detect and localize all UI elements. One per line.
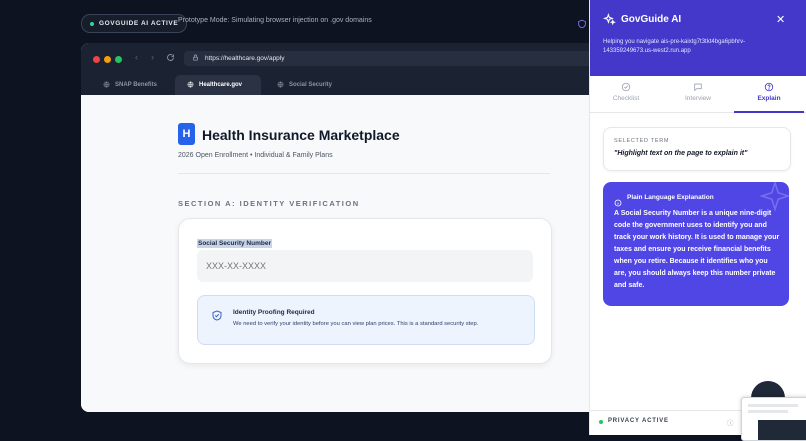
maximize-window-button[interactable] <box>115 56 122 63</box>
web-page-content: H Health Insurance Marketplace 2026 Open… <box>81 95 601 412</box>
panel-title: GovGuide AI <box>621 14 682 25</box>
shield-check-icon <box>211 309 223 322</box>
checklist-icon <box>621 82 631 92</box>
explanation-card: Plain Language Explanation A Social Secu… <box>603 182 789 306</box>
back-icon[interactable]: ‹ <box>135 52 138 62</box>
notice-text: We need to verify your identity before y… <box>233 321 479 327</box>
identity-form-card: Social Security Number Identity Proofing… <box>178 218 552 364</box>
page-title: Health Insurance Marketplace <box>202 127 400 143</box>
govguide-status-badge: GOVGUIDE AI ACTIVE <box>81 14 188 33</box>
tab-healthcare-gov[interactable]: Healthcare.gov <box>175 75 261 95</box>
tab-snap-benefits[interactable]: SNAP Benefits <box>91 75 177 95</box>
globe-icon <box>277 81 284 90</box>
section-title: SECTION A: IDENTITY VERIFICATION <box>178 199 360 208</box>
privacy-status-dot-icon <box>599 420 603 424</box>
url-text: https://healthcare.gov/apply <box>205 55 285 62</box>
page-subtitle: 2026 Open Enrollment • Individual & Fami… <box>178 152 333 159</box>
tab-label: Healthcare.gov <box>199 82 243 88</box>
healthcare-logo: H <box>178 123 195 145</box>
forward-icon[interactable]: › <box>151 52 154 62</box>
close-window-button[interactable] <box>93 56 100 63</box>
privacy-status-text: PRIVACY ACTIVE <box>608 418 669 424</box>
browser-window: ‹ › https://healthcare.gov/apply SNAP Be… <box>81 43 601 412</box>
info-icon[interactable]: ⓘ <box>727 417 734 427</box>
active-tab-indicator <box>734 111 804 113</box>
close-icon[interactable]: ✕ <box>776 13 785 26</box>
header-divider <box>178 173 550 174</box>
help-icon <box>764 82 774 92</box>
tab-checklist[interactable]: Checklist <box>590 82 662 102</box>
selected-term-card: SELECTED TERM "Highlight text on the pag… <box>603 127 791 171</box>
ssn-input[interactable] <box>197 250 533 282</box>
ssn-label[interactable]: Social Security Number <box>197 239 272 248</box>
tab-label: Explain <box>757 95 781 102</box>
browser-chrome: ‹ › https://healthcare.gov/apply SNAP Be… <box>81 43 601 95</box>
selected-term-value: "Highlight text on the page to explain i… <box>614 150 748 157</box>
address-bar[interactable]: https://healthcare.gov/apply <box>184 51 601 66</box>
panel-subtitle: Helping you navigate ais-pre-kaixtg7t3tk… <box>603 39 746 54</box>
reload-icon[interactable] <box>166 53 175 64</box>
chat-icon <box>693 82 703 92</box>
globe-icon <box>103 81 110 90</box>
tab-label: Social Security <box>289 82 333 88</box>
tab-label: Checklist <box>612 95 640 102</box>
lock-icon <box>192 54 199 63</box>
minimize-window-button[interactable] <box>104 56 111 63</box>
notice-title: Identity Proofing Required <box>233 309 315 316</box>
tab-label: SNAP Benefits <box>115 82 157 88</box>
tab-label: Interview <box>684 95 711 102</box>
globe-icon <box>187 81 194 90</box>
shield-icon <box>577 16 587 29</box>
explanation-header: Plain Language Explanation <box>627 194 714 201</box>
sparkle-icon <box>602 12 616 26</box>
status-badge-label: GOVGUIDE AI ACTIVE <box>99 20 179 27</box>
info-icon <box>614 194 622 207</box>
screen-thumbnail[interactable] <box>741 397 806 441</box>
explanation-text: A Social Security Number is a unique nin… <box>614 210 780 289</box>
panel-header: GovGuide AI ✕ Helping you navigate ais-p… <box>590 0 806 76</box>
tab-interview[interactable]: Interview <box>662 82 734 102</box>
tab-social-security[interactable]: Social Security <box>265 75 357 95</box>
govguide-side-panel: GovGuide AI ✕ Helping you navigate ais-p… <box>589 0 806 435</box>
tab-explain[interactable]: Explain <box>733 82 805 102</box>
status-dot-icon <box>90 21 94 26</box>
identity-notice: Identity Proofing Required We need to ve… <box>197 295 535 345</box>
selected-term-header: SELECTED TERM <box>614 138 670 144</box>
prototype-mode-text: Prototype Mode: Simulating browser injec… <box>178 17 372 24</box>
